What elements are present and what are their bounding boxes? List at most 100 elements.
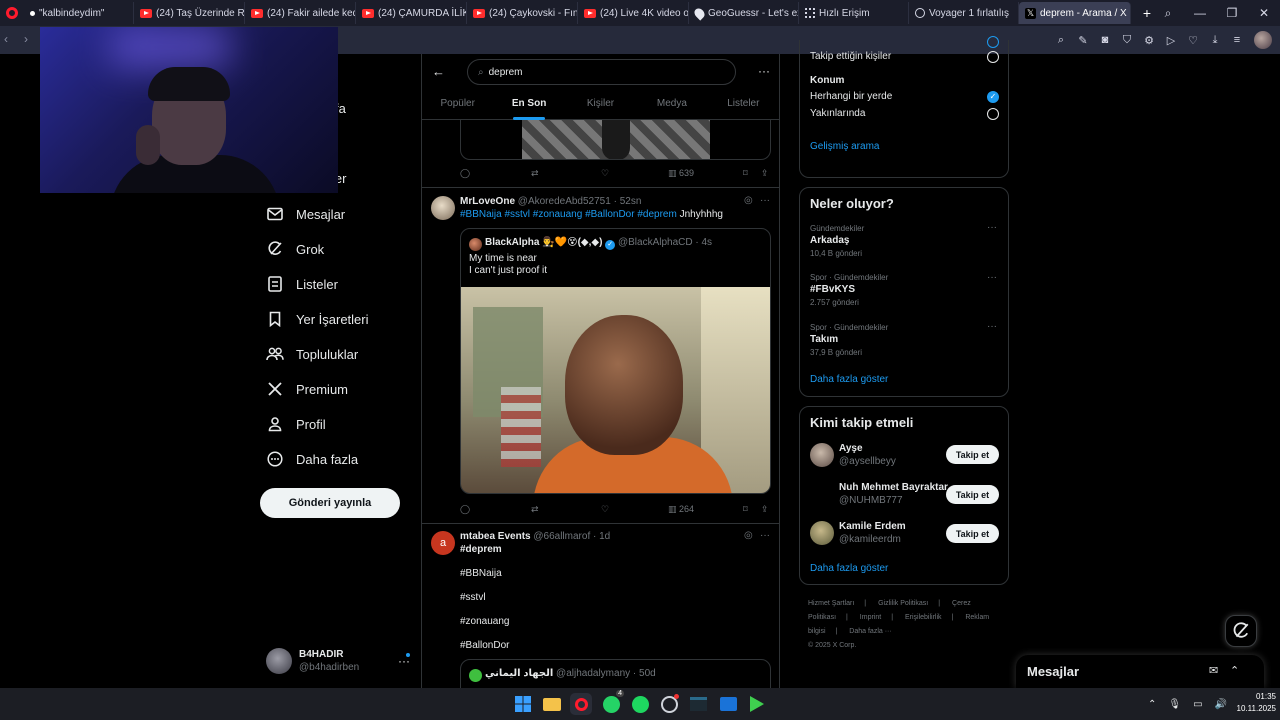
opera-logo-icon[interactable] <box>0 0 24 26</box>
browser-tab[interactable]: (24) ÇAMURDA İLİKLİ DAI <box>356 2 467 24</box>
green-app-icon[interactable] <box>746 693 768 715</box>
bookmark-icon[interactable]: ⌑ <box>743 168 761 179</box>
search-icon[interactable]: ⌕ <box>1052 34 1070 47</box>
browser-tab[interactable]: Voyager 1 fırlatılış <box>909 2 1019 24</box>
menu-icon[interactable]: ≡ <box>1228 34 1246 46</box>
show-more-link[interactable]: Daha fazla göster <box>810 374 888 385</box>
avatar[interactable]: a <box>431 531 455 555</box>
footer-link[interactable]: Daha fazla ··· <box>849 628 891 635</box>
browser-tab-active[interactable]: 𝕏deprem - Arama / X✕ <box>1019 2 1131 24</box>
follow-user-name[interactable]: Ayşe <box>839 443 863 454</box>
browser-tab[interactable]: (24) Taş Üzerinde Rulo Kö <box>134 2 245 24</box>
browser-tab[interactable]: (24) Fakir ailede kedi olm <box>245 2 356 24</box>
tab-media[interactable]: Medya <box>636 94 707 120</box>
post-author[interactable]: mtabea Events @66allmarof · 1d <box>460 531 610 542</box>
trend-name[interactable]: Takım <box>810 334 838 345</box>
new-message-icon[interactable]: ✉ <box>1209 664 1218 677</box>
shield-icon[interactable]: ⛉ <box>1118 34 1136 47</box>
search-tabs-icon[interactable]: ⌕ <box>1152 6 1184 21</box>
share-icon[interactable]: ⇪ <box>761 168 769 179</box>
avatar[interactable] <box>810 443 834 467</box>
browser-tab[interactable]: (24) Çaykovski - Fındıkkır <box>467 2 578 24</box>
camera-icon[interactable]: ◙ <box>1096 34 1114 46</box>
share-icon[interactable]: ⇪ <box>761 504 769 515</box>
like-icon[interactable]: ♡ <box>601 168 668 179</box>
clock[interactable]: 01:35 10.11.2025 <box>1226 691 1276 715</box>
avatar[interactable] <box>810 521 834 545</box>
footer-link[interactable]: Erişilebilirlik <box>905 614 942 621</box>
more-horizontal-icon[interactable]: ··· <box>987 272 997 283</box>
browser-tab[interactable]: Hızlı Erişim <box>799 2 909 24</box>
follow-user-name[interactable]: Kamile Erdem <box>839 521 906 532</box>
tab-lists[interactable]: Listeler <box>708 94 779 120</box>
reply-icon[interactable]: ◯ <box>460 168 531 179</box>
grok-icon[interactable]: ◎ <box>744 530 753 541</box>
hashtag-link[interactable]: #BallonDor <box>460 640 509 651</box>
show-more-link[interactable]: Daha fazla göster <box>810 563 888 574</box>
hashtag-link[interactable]: #zonauang <box>460 616 510 627</box>
more-horizontal-icon[interactable]: ··· <box>760 195 770 206</box>
file-explorer-icon[interactable] <box>541 693 563 715</box>
follow-button[interactable]: Takip et <box>946 485 999 504</box>
repost-icon[interactable]: ⇄ <box>531 168 601 179</box>
browser-tab[interactable]: "kalbindeydim" <box>24 2 134 24</box>
sidebar-item-lists[interactable]: Listeler <box>266 269 338 299</box>
follow-user-name[interactable]: Nuh Mehmet Bayraktar <box>839 482 948 493</box>
grok-floating-button[interactable] <box>1225 615 1257 647</box>
gif-media[interactable] <box>461 287 770 493</box>
more-horizontal-icon[interactable]: ··· <box>987 321 997 332</box>
search-options-icon[interactable]: ··· <box>758 64 770 78</box>
mail-app-icon[interactable] <box>717 693 739 715</box>
microphone-icon[interactable]: 🎙 <box>1168 699 1181 710</box>
download-icon[interactable]: ⤓ <box>1206 34 1224 47</box>
minimize-icon[interactable]: — <box>1184 6 1216 20</box>
back-nav-icon[interactable]: ‹ <box>4 32 8 46</box>
close-tab-icon[interactable]: ✕ <box>1127 8 1130 19</box>
more-horizontal-icon[interactable]: ··· <box>987 222 997 233</box>
repost-icon[interactable]: ⇄ <box>531 504 601 515</box>
advanced-search-link[interactable]: Gelişmiş arama <box>810 141 879 152</box>
views-count[interactable]: ▥ 639 <box>668 168 743 179</box>
search-input[interactable]: ⌕ deprem <box>467 59 736 85</box>
back-arrow-icon[interactable]: ← <box>432 64 445 79</box>
post-author[interactable]: MrLoveOne @AkoredeAbd52751 · 52sn <box>460 196 641 207</box>
play-icon[interactable]: ▷ <box>1162 34 1180 47</box>
radio-nearby[interactable] <box>987 108 999 120</box>
maximize-icon[interactable]: ❐ <box>1216 6 1248 20</box>
browser-tab[interactable]: GeoGuessr - Let's explore <box>689 2 799 24</box>
hashtag-link[interactable]: #BBNaija <box>460 568 502 579</box>
sidebar-item-grok[interactable]: Grok <box>266 234 324 264</box>
chevron-up-icon[interactable]: ⌃ <box>1230 664 1239 677</box>
sidebar-item-profile[interactable]: Profil <box>266 409 326 439</box>
chevron-up-icon[interactable]: ⌃ <box>1148 699 1156 710</box>
terminal-icon[interactable] <box>687 693 709 715</box>
heart-icon[interactable]: ♡ <box>1184 34 1202 47</box>
views-count[interactable]: ▥ 264 <box>668 504 743 515</box>
radio-anywhere[interactable]: ✓ <box>987 91 999 103</box>
radio-following[interactable] <box>987 51 999 63</box>
steam-icon[interactable] <box>658 693 680 715</box>
follow-button[interactable]: Takip et <box>946 524 999 543</box>
windows-start-icon[interactable] <box>512 693 534 715</box>
footer-link[interactable]: Gizlilik Politikası <box>878 600 928 607</box>
trend-name[interactable]: Arkadaş <box>810 235 849 246</box>
sidebar-item-messages[interactable]: Mesajlar <box>266 199 345 229</box>
post-button[interactable]: Gönderi yayınla <box>260 488 400 518</box>
sidebar-item-more[interactable]: Daha fazla <box>266 444 358 474</box>
post-media[interactable] <box>460 120 771 160</box>
quoted-post[interactable]: الجهاد اليماني @aljhadalymany · 50d <box>460 659 771 688</box>
forward-nav-icon[interactable]: › <box>24 32 28 46</box>
whatsapp-icon[interactable]: 4 <box>600 690 624 715</box>
settings-icon[interactable]: ⚙ <box>1140 34 1158 47</box>
hashtag-link[interactable]: #sstvl <box>460 592 486 603</box>
browser-profile-avatar[interactable] <box>1254 31 1272 49</box>
grok-icon[interactable]: ◎ <box>744 195 753 206</box>
sidebar-item-communities[interactable]: Topluluklar <box>266 339 358 369</box>
follow-button[interactable]: Takip et <box>946 445 999 464</box>
hashtag-link[interactable]: #deprem <box>460 544 502 555</box>
radio-everyone[interactable] <box>987 36 999 48</box>
avatar[interactable] <box>431 196 455 220</box>
sidebar-item-bookmarks[interactable]: Yer İşaretleri <box>266 304 369 334</box>
browser-tab[interactable]: (24) Live 4K video of Earth <box>578 2 689 24</box>
footer-link[interactable]: Imprint <box>860 614 881 621</box>
